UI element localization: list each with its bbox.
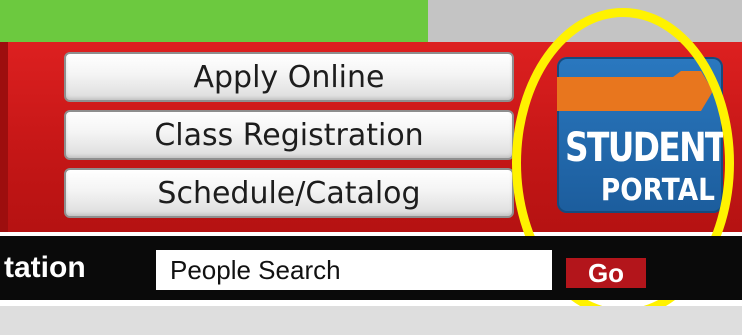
people-search-input[interactable]	[156, 250, 552, 290]
go-button[interactable]: Go	[566, 258, 646, 288]
schedule-catalog-button[interactable]: Schedule/Catalog	[64, 168, 514, 218]
green-accent-bar	[0, 0, 428, 42]
apply-online-button[interactable]: Apply Online	[64, 52, 514, 102]
truncated-nav-label[interactable]: tation	[4, 251, 86, 285]
banner-edge	[0, 42, 8, 232]
class-registration-button[interactable]: Class Registration	[64, 110, 514, 160]
bottom-strip	[0, 306, 742, 335]
